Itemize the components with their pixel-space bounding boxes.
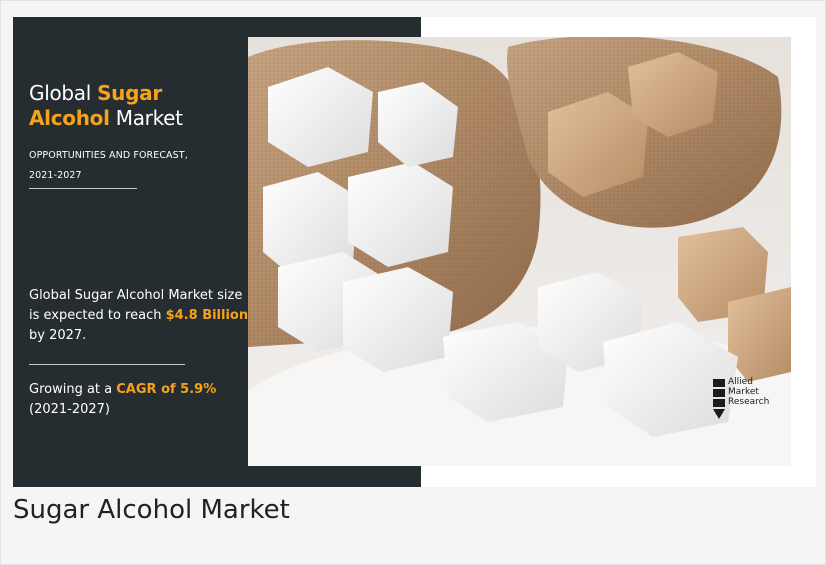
divider bbox=[29, 364, 185, 365]
cagr-period: (2021-2027) bbox=[29, 402, 111, 417]
banner-title: Global Sugar Alcohol Market bbox=[29, 81, 249, 131]
allied-market-research-logo: Allied Market Research bbox=[713, 377, 793, 421]
forecast-subhead: OPPORTUNITIES AND FORECAST, 2021-2027 bbox=[29, 146, 249, 186]
market-size-statement: Global Sugar Alcohol Market size is expe… bbox=[29, 286, 249, 346]
logo-wordmark: Allied Market Research bbox=[728, 377, 769, 407]
size-value: $4.8 Billion bbox=[165, 308, 249, 323]
subhead-line-2: 2021-2027 bbox=[29, 170, 82, 181]
logo-line-allied: Allied bbox=[728, 377, 753, 387]
sugar-cubes-photo bbox=[248, 37, 791, 466]
image-caption: Sugar Alcohol Market bbox=[13, 495, 290, 525]
title-accent-alcohol: Alcohol bbox=[29, 106, 110, 130]
size-text-tail: by 2027. bbox=[29, 328, 87, 343]
sugar-cubes-illustration bbox=[248, 37, 791, 466]
title-prefix: Global bbox=[29, 81, 91, 105]
logo-mark-icon bbox=[713, 379, 725, 419]
figure-card: Global Sugar Alcohol Market OPPORTUNITIE… bbox=[0, 0, 826, 565]
title-accent-sugar: Sugar bbox=[97, 81, 162, 105]
market-banner-image: Global Sugar Alcohol Market OPPORTUNITIE… bbox=[13, 17, 816, 487]
title-suffix: Market bbox=[115, 106, 183, 130]
cagr-statement: Growing at a CAGR of 5.9% (2021-2027) bbox=[29, 380, 249, 420]
logo-line-market: Market bbox=[728, 387, 759, 397]
divider bbox=[29, 188, 137, 189]
logo-line-research: Research bbox=[728, 397, 770, 407]
subhead-line-1: OPPORTUNITIES AND FORECAST, bbox=[29, 150, 188, 161]
cagr-lead: Growing at a bbox=[29, 382, 113, 397]
cagr-value: CAGR of 5.9% bbox=[116, 382, 217, 397]
